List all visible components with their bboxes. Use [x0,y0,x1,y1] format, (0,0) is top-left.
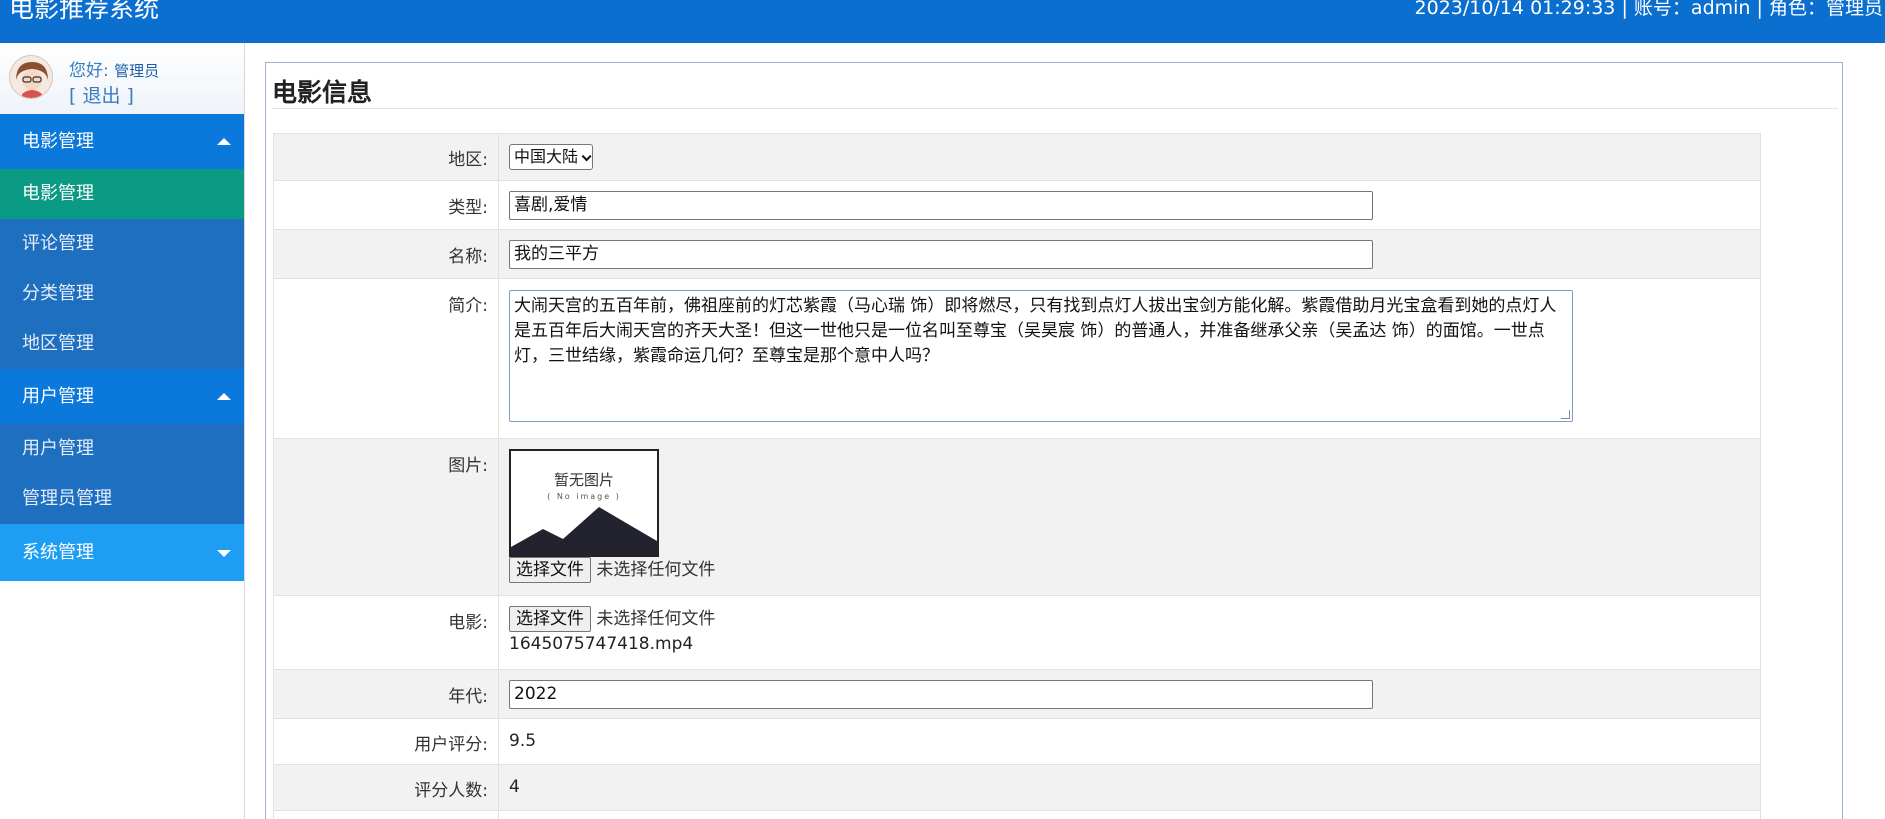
form-row-movie: 电影: 选择文件 未选择任何文件 1645075747418.mp4 [273,595,1761,670]
header-datetime: 2023/10/14 01:29:33 [1414,0,1616,19]
image-choose-file-button[interactable]: 选择文件 [509,557,591,583]
image-no-file-text: 未选择任何文件 [596,560,716,580]
account-name: admin [1690,0,1751,19]
mountain-icon [511,507,657,555]
menu-group-system[interactable]: 系统管理 [0,524,245,581]
sidebar: 您好: 管理员 [ 退出 ] 电影管理 电影管理 评论管理 分类管理 地区管理 … [0,43,245,819]
raters-label: 评分人数: [273,764,499,811]
form-row-intro: 简介: 大闹天宫的五百年前，佛祖座前的灯芯紫霞（马心瑞 饰）即将燃尽，只有找到点… [273,278,1761,439]
role-name: 管理员 [1825,0,1883,19]
year-input[interactable]: 2022 [509,680,1373,709]
menu-group-label: 用户管理 [22,386,94,407]
form-row-raters: 评分人数: 4 [273,764,1761,811]
region-label: 地区: [273,133,499,181]
menu-group-label: 电影管理 [22,131,94,152]
type-label: 类型: [273,180,499,230]
form-row-name: 名称: 我的三平方 [273,229,1761,279]
caret-down-icon [217,550,231,557]
account-label: 账号： [1633,0,1691,19]
movie-no-file-text: 未选择任何文件 [596,609,716,629]
top-bar: 电影推荐系统 2023/10/14 01:29:33 | 账号：admin | … [0,0,1885,43]
caret-up-icon [217,138,231,145]
title-divider [272,108,1838,109]
greeting-label: 您好: [69,61,115,81]
sidebar-item-user-manage[interactable]: 用户管理 [0,424,245,474]
region-select-value: 中国大陆 [514,147,579,166]
avatar-icon [10,56,52,98]
movie-info-panel: 电影信息 地区: 中国大陆 类型: 喜剧,爱情 名称: 我的三平方 简介: 大闹… [265,62,1843,819]
sidebar-divider [244,43,245,819]
form-row-region: 地区: 中国大陆 [273,133,1761,181]
rating-value: 9.5 [509,731,537,751]
header-separator: | [1621,0,1628,19]
resize-grip-icon[interactable] [1561,410,1570,419]
next-row-value [498,810,1761,819]
sidebar-item-region-manage[interactable]: 地区管理 [0,319,245,369]
form-row-type: 类型: 喜剧,爱情 [273,180,1761,230]
rating-label: 用户评分: [273,718,499,765]
page-title: 电影信息 [272,78,373,107]
sidebar-item-movie-manage[interactable]: 电影管理 [0,169,245,219]
sidebar-item-comment-manage[interactable]: 评论管理 [0,219,245,269]
name-label: 名称: [273,229,499,279]
name-input[interactable]: 我的三平方 [509,240,1373,269]
menu-group-label: 系统管理 [22,542,94,563]
movie-form: 地区: 中国大陆 类型: 喜剧,爱情 名称: 我的三平方 简介: 大闹天宫的五百… [273,133,1761,819]
no-image-placeholder: 暂无图片 ( No image ) [509,449,659,557]
header-info: 2023/10/14 01:29:33 | 账号：admin | 角色：管理员 [1415,0,1883,20]
type-input[interactable]: 喜剧,爱情 [509,191,1373,220]
user-name: 管理员 [114,62,160,80]
menu-group-user[interactable]: 用户管理 [0,369,245,424]
avatar [9,55,53,99]
caret-up-icon [217,393,231,400]
sidebar-item-admin-manage[interactable]: 管理员管理 [0,474,245,524]
logout-link[interactable]: [ 退出 ] [69,81,134,108]
raters-value: 4 [509,777,520,797]
region-select[interactable]: 中国大陆 [509,144,594,170]
greeting: 您好: 管理员 [69,56,159,81]
next-row-label [273,810,499,819]
movie-choose-file-button[interactable]: 选择文件 [509,606,591,632]
intro-label: 简介: [273,278,499,439]
form-row-image: 图片: 暂无图片 ( No image ) 选择文件 未选择任何文件 [273,438,1761,596]
intro-text: 大闹天宫的五百年前，佛祖座前的灯芯紫霞（马心瑞 饰）即将燃尽，只有找到点灯人拔出… [514,296,1557,366]
header-separator: | [1756,0,1763,19]
movie-file-picker: 选择文件 未选择任何文件 [509,606,1760,632]
user-box: 您好: 管理员 [ 退出 ] [0,43,245,114]
role-label: 角色： [1768,0,1826,19]
year-label: 年代: [273,669,499,719]
intro-textarea[interactable]: 大闹天宫的五百年前，佛祖座前的灯芯紫霞（马心瑞 饰）即将燃尽，只有找到点灯人拔出… [509,290,1573,422]
chevron-down-icon [581,151,592,162]
form-row-year: 年代: 2022 [273,669,1761,719]
image-file-picker: 选择文件 未选择任何文件 [509,557,1760,583]
movie-file-name: 1645075747418.mp4 [509,634,694,654]
app-title: 电影推荐系统 [9,0,160,23]
form-row-rating: 用户评分: 9.5 [273,718,1761,765]
movie-label: 电影: [273,595,499,670]
no-image-text: 暂无图片 [553,471,614,489]
menu-group-movie[interactable]: 电影管理 [0,114,245,169]
sidebar-item-category-manage[interactable]: 分类管理 [0,269,245,319]
form-row-next [273,810,1761,819]
image-label: 图片: [273,438,499,596]
